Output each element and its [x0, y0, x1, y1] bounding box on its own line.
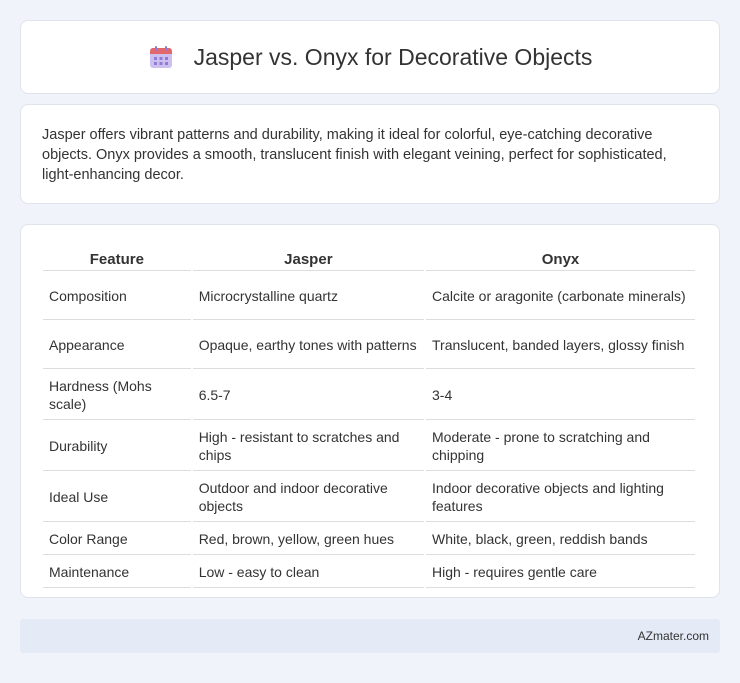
column-header-jasper: Jasper [192, 245, 424, 271]
table-row: Appearance Opaque, earthy tones with pat… [43, 322, 695, 369]
jasper-cell: Opaque, earthy tones with patterns [192, 322, 424, 369]
header-card: Jasper vs. Onyx for Decorative Objects [20, 20, 720, 94]
onyx-cell: Translucent, banded layers, glossy finis… [426, 322, 695, 369]
feature-cell: Hardness (Mohs scale) [43, 371, 191, 420]
table-row: Color Range Red, brown, yellow, green hu… [43, 524, 695, 555]
intro-card: Jasper offers vibrant patterns and durab… [20, 104, 720, 204]
jasper-cell: 6.5-7 [192, 371, 424, 420]
jasper-cell: Outdoor and indoor decorative objects [192, 473, 424, 522]
table-row: Durability High - resistant to scratches… [43, 422, 695, 471]
feature-cell: Ideal Use [43, 473, 191, 522]
table-row: Hardness (Mohs scale) 6.5-7 3-4 [43, 371, 695, 420]
jasper-cell: Low - easy to clean [192, 557, 424, 588]
table-row: Composition Microcrystalline quartz Calc… [43, 273, 695, 320]
onyx-cell: Moderate - prone to scratching and chipp… [426, 422, 695, 471]
table-row: Ideal Use Outdoor and indoor decorative … [43, 473, 695, 522]
jasper-cell: Microcrystalline quartz [192, 273, 424, 320]
onyx-cell: 3-4 [426, 371, 695, 420]
feature-cell: Maintenance [43, 557, 191, 588]
onyx-cell: White, black, green, reddish bands [426, 524, 695, 555]
table-row: Maintenance Low - easy to clean High - r… [43, 557, 695, 588]
footer: AZmater.com [20, 619, 720, 653]
jasper-cell: Red, brown, yellow, green hues [192, 524, 424, 555]
page-title: Jasper vs. Onyx for Decorative Objects [193, 43, 593, 70]
calendar-icon [148, 44, 174, 70]
comparison-table: Feature Jasper Onyx Composition Microcry… [41, 243, 697, 590]
feature-cell: Durability [43, 422, 191, 471]
header: Jasper vs. Onyx for Decorative Objects [21, 21, 719, 93]
comparison-card: Feature Jasper Onyx Composition Microcry… [20, 224, 720, 598]
column-header-onyx: Onyx [426, 245, 695, 271]
table-header-row: Feature Jasper Onyx [43, 245, 695, 271]
jasper-cell: High - resistant to scratches and chips [192, 422, 424, 471]
onyx-cell: Indoor decorative objects and lighting f… [426, 473, 695, 522]
onyx-cell: High - requires gentle care [426, 557, 695, 588]
feature-cell: Composition [43, 273, 191, 320]
footer-site-label: AZmater.com [637, 629, 709, 643]
intro-text: Jasper offers vibrant patterns and durab… [42, 127, 667, 183]
feature-cell: Color Range [43, 524, 191, 555]
onyx-cell: Calcite or aragonite (carbonate minerals… [426, 273, 695, 320]
feature-cell: Appearance [43, 322, 191, 369]
column-header-feature: Feature [43, 245, 191, 271]
